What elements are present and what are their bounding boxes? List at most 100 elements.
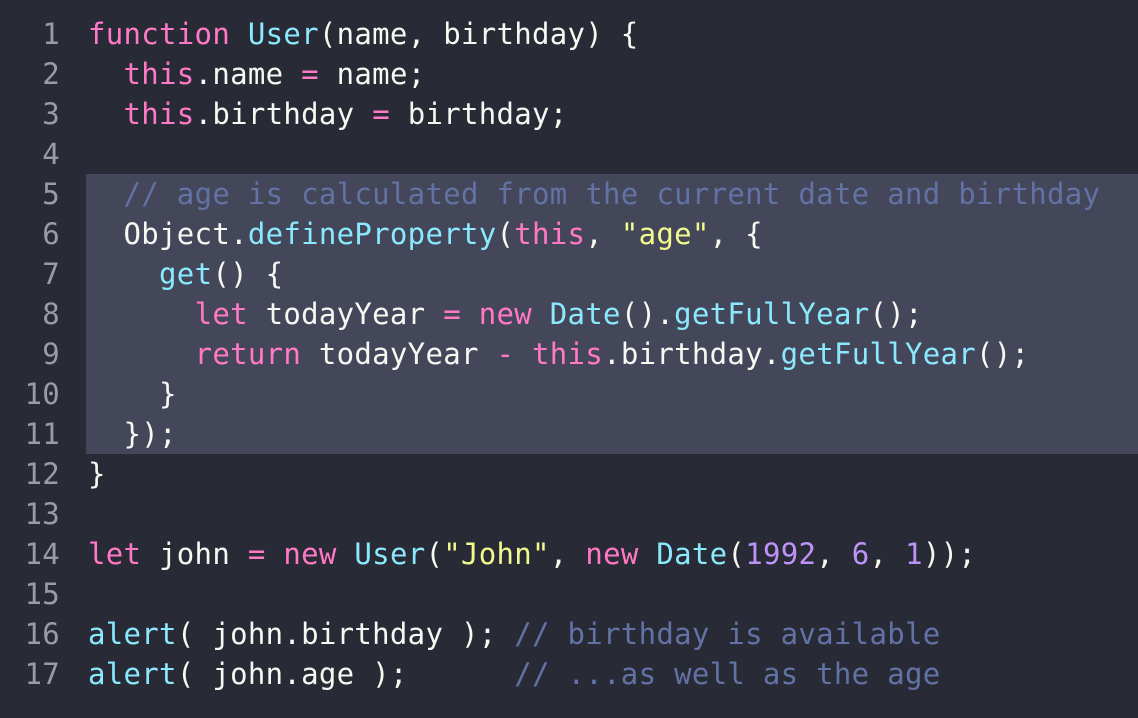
code-line[interactable]: 16 alert( john.birthday ); // birthday is… — [0, 614, 1138, 654]
code-token: ( — [425, 537, 444, 571]
function-token: alert — [88, 617, 177, 651]
line-content: this.birthday = birthday; — [88, 94, 568, 134]
code-line[interactable]: 11 }); — [0, 414, 1138, 454]
code-line[interactable]: 12} — [0, 454, 1138, 494]
line-content: Object.defineProperty(this, "age", { — [88, 214, 763, 254]
code-token: } — [88, 457, 106, 491]
keyword-token: new — [283, 537, 337, 571]
number-token: 1 — [905, 537, 923, 571]
number-token: 6 — [851, 537, 870, 571]
code-token: .name — [194, 57, 302, 91]
line-content: alert( john.birthday ); // birthday is a… — [88, 614, 940, 654]
line-number: 6 — [42, 217, 60, 251]
code-line[interactable]: 6 Object.defineProperty(this, "age", { — [0, 214, 1138, 254]
function-token: getFullYear — [780, 337, 977, 371]
code-token: , { — [709, 217, 763, 251]
code-token: birthday; — [389, 97, 568, 131]
line-number: 1 — [42, 17, 60, 51]
line-content: // age is calculated from the current da… — [88, 174, 1100, 214]
code-token: todayYear — [301, 337, 497, 371]
function-token: get — [159, 257, 213, 291]
code-line[interactable]: 8 let todayYear = new Date().getFullYear… — [0, 294, 1138, 334]
line-number: 2 — [42, 57, 60, 91]
keyword-token: this — [123, 97, 195, 131]
line-number: 16 — [24, 617, 60, 651]
operator-token: - — [496, 337, 515, 371]
code-lines[interactable]: 1 function User(name, birthday) {2 this.n… — [0, 14, 1138, 694]
line-number: 17 — [24, 657, 60, 691]
line-content: } — [88, 374, 177, 414]
code-line[interactable]: 10 } — [0, 374, 1138, 414]
code-token: .birthday. — [603, 337, 781, 371]
keyword-token: function — [88, 17, 231, 51]
code-editor[interactable]: 1 function User(name, birthday) {2 this.n… — [0, 0, 1138, 718]
code-line[interactable]: 15 — [0, 574, 1138, 614]
line-number: 3 — [42, 97, 60, 131]
keyword-token: this — [514, 217, 586, 251]
code-token: () { — [212, 257, 284, 291]
line-content: } — [88, 454, 106, 494]
function-token: alert — [88, 657, 177, 691]
code-line[interactable]: 17 alert( john.age ); // ...as well as th… — [0, 654, 1138, 694]
line-content: this.name = name; — [88, 54, 426, 94]
code-token: ( john.birthday ); — [176, 617, 515, 651]
code-line[interactable]: 4 — [0, 134, 1138, 174]
code-line[interactable]: 2 this.name = name; — [0, 54, 1138, 94]
comment-token: // age is calculated from the current da… — [123, 177, 1101, 211]
line-content: let todayYear = new Date().getFullYear()… — [88, 294, 923, 334]
line-number: 7 — [42, 257, 60, 291]
line-number: 5 — [42, 177, 60, 211]
line-number: 12 — [24, 457, 60, 491]
function-token: Date — [656, 537, 728, 571]
code-token: } — [88, 377, 177, 411]
line-number: 15 — [24, 577, 60, 611]
line-content: function User(name, birthday) { — [88, 14, 639, 54]
code-token: (name, birthday) { — [318, 17, 639, 51]
code-token: name; — [318, 57, 426, 91]
keyword-token: new — [478, 297, 533, 331]
function-token: Date — [549, 297, 621, 331]
line-content: }); — [88, 414, 177, 454]
code-token: john — [141, 537, 248, 571]
number-token: 1992 — [745, 537, 817, 571]
code-token: Object. — [88, 217, 248, 251]
code-line[interactable]: 9 return todayYear - this.birthday.getFu… — [0, 334, 1138, 374]
code-token: , — [816, 537, 852, 571]
code-token: , — [549, 537, 586, 571]
code-token: (); — [976, 337, 1030, 371]
line-content: let john = new User("John", new Date(199… — [88, 534, 976, 574]
line-number: 10 — [24, 377, 60, 411]
code-line[interactable]: 5 // age is calculated from the current … — [0, 174, 1138, 214]
code-line[interactable]: 13 — [0, 494, 1138, 534]
keyword-token: let — [88, 537, 142, 571]
code-token: , — [585, 217, 621, 251]
code-line[interactable]: 3 this.birthday = birthday; — [0, 94, 1138, 134]
keyword-token: let — [194, 297, 248, 331]
code-token: (). — [620, 297, 675, 331]
code-token: .birthday — [194, 97, 373, 131]
function-token: User — [354, 537, 426, 571]
code-line[interactable]: 14 let john = new User("John", new Date(1… — [0, 534, 1138, 574]
operator-token: = — [301, 57, 319, 91]
line-number: 14 — [24, 537, 60, 571]
code-line[interactable]: 7 get() { — [0, 254, 1138, 294]
code-token: todayYear — [247, 297, 444, 331]
line-number: 8 — [42, 297, 60, 331]
function-token: User — [247, 17, 319, 51]
code-token: )); — [922, 537, 977, 571]
comment-token: // ...as well as the age — [514, 657, 941, 691]
code-line[interactable]: 1 function User(name, birthday) { — [0, 14, 1138, 54]
code-token: , — [869, 537, 906, 571]
string-token: "age" — [620, 217, 710, 251]
